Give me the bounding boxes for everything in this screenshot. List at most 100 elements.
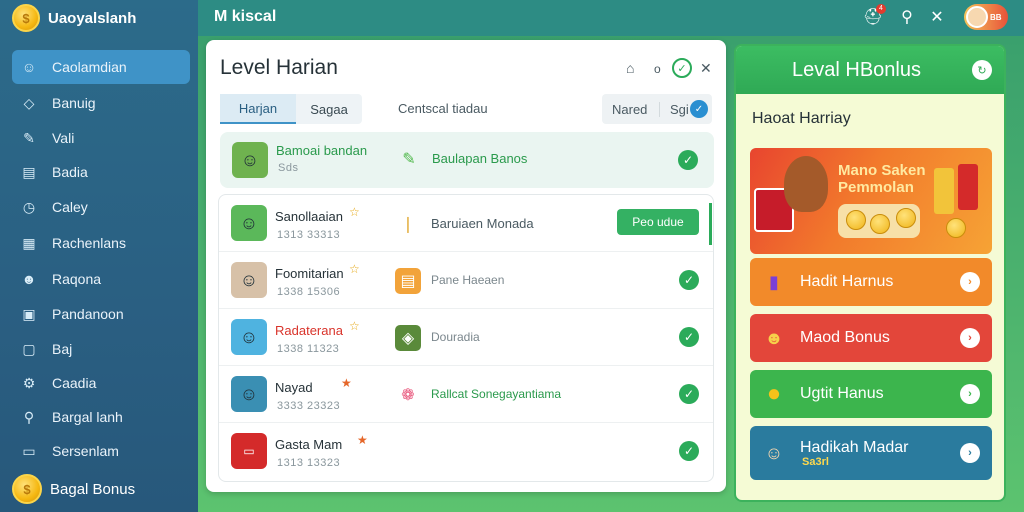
filter-label[interactable]: Centscal tiadau	[398, 101, 488, 116]
row-sub: 1313 33313	[277, 229, 341, 241]
chat-icon: ▭	[22, 442, 36, 459]
row-item: Baruiaen Monada	[431, 216, 534, 231]
row-name: Nayad	[275, 380, 313, 395]
can-icon	[934, 168, 954, 214]
status-select[interactable]: Nared Sgi ✓	[602, 94, 712, 124]
notification-bell-icon[interactable]: ⛑ 4	[862, 4, 886, 28]
row-sub: 1338 15306	[277, 286, 341, 298]
character-avatar-icon: ☺	[232, 142, 268, 178]
badge-icon: ❁	[401, 387, 415, 404]
bonus-card-label: Hadit Harnus	[800, 273, 894, 290]
sidebar-item-bonus[interactable]: $ Bagal Bonus	[12, 472, 190, 506]
sidebar-item-label: Sersenlam	[52, 443, 119, 459]
claim-button[interactable]: Peo udue	[617, 209, 699, 235]
tab-sagaa[interactable]: Sagaa	[296, 94, 362, 124]
tools-icon[interactable]: ✕	[926, 6, 948, 28]
sidebar-item-3[interactable]: ▤ Badia	[12, 155, 190, 189]
search-icon[interactable]: ⚲	[896, 6, 918, 28]
list-item[interactable]: ▭ Gasta Mam ★ 1313 13323 ✓	[219, 423, 713, 480]
bonus-card-1[interactable]: ☻ Maod Bonus ›	[750, 314, 992, 362]
sidebar-item-label: Pandanoon	[52, 306, 124, 322]
row-name: Sanollaaian	[275, 209, 343, 224]
sidebar-item-2[interactable]: ✎ Vali	[12, 121, 190, 155]
sidebar-item-8[interactable]: ▢ Baj	[12, 332, 190, 366]
level-harian-panel: Level Harian ⌂ o ✓ ✕ Harjan Sagaa Centsc…	[206, 40, 726, 492]
sidebar-item-label: Caadia	[52, 375, 97, 391]
chevron-right-icon: ›	[960, 384, 980, 404]
sidebar-item-5[interactable]: ▦ Rachenlans	[12, 226, 190, 260]
sidebar-item-label: Caolamdian	[52, 59, 127, 75]
sidebar-item-11[interactable]: ▭ Sersenlam	[12, 434, 190, 468]
sidebar-item-6[interactable]: ☻ Raqona	[12, 262, 190, 296]
character-avatar-icon: ☺	[231, 319, 267, 355]
check-icon: ✓	[678, 150, 698, 170]
chest-icon: ◈	[395, 325, 421, 351]
sidebar-item-9[interactable]: ⚙ Caadia	[12, 366, 190, 400]
brand[interactable]: $ Uaoyalslanh	[12, 4, 136, 32]
sidebar: $ Uaoyalslanh ☺ Caolamdian ◇ Banuig ✎ Va…	[0, 0, 198, 512]
sidebar-item-4[interactable]: ◷ Caley	[12, 190, 190, 224]
ticket-avatar-icon: ▭	[231, 433, 267, 469]
bonus-card-2[interactable]: ● Ugtit Hanus ›	[750, 370, 992, 418]
refresh-icon[interactable]: ↻	[972, 60, 992, 80]
tag-icon: ◇	[23, 94, 35, 111]
star-icon: ☆	[349, 319, 360, 333]
user-icon: ☺	[21, 59, 37, 75]
brand-name: Uaoyalslanh	[48, 9, 137, 27]
row-sub: Sds	[278, 162, 299, 174]
list-item[interactable]: ☺ Foomitarian ☆ 1338 15306 ▤ Pane Haeaen…	[219, 252, 713, 309]
mascot-icon	[784, 156, 828, 212]
coin-icon	[946, 218, 966, 238]
row-name: Bamoai bandan	[276, 143, 368, 158]
wand-icon: ❘	[401, 216, 415, 233]
row-name: Gasta Mam	[275, 437, 343, 452]
wallet-icon: ▢	[22, 340, 36, 357]
bonus-card-0[interactable]: ▮ Hadit Harnus ›	[750, 258, 992, 306]
character-avatar-icon: ☺	[231, 205, 267, 241]
sidebar-bonus-label: Bagal Bonus	[50, 480, 136, 498]
row-item: Pane Haeaen	[431, 273, 505, 287]
promo-banner[interactable]: Mano Saken Pemmolan	[750, 148, 992, 254]
row-sub: 3333 23323	[277, 400, 341, 412]
check-icon: ✓	[679, 327, 699, 347]
settings-icon: ⚙	[22, 374, 36, 391]
coin-icon: $	[12, 474, 42, 504]
list-item[interactable]: ☺ Nayad ★ 3333 23323 ❁ Rallcat Sonegayan…	[219, 366, 713, 423]
list-item[interactable]: ☺ Sanollaaian ☆ 1313 33313 ❘ Baruiaen Mo…	[219, 195, 713, 252]
confirm-icon[interactable]: ✓	[672, 58, 692, 78]
gift-icon: ▣	[22, 305, 36, 322]
avatar-face	[966, 6, 988, 28]
coin-icon: ●	[766, 380, 782, 407]
sidebar-item-label: Banuig	[52, 95, 96, 111]
character-avatar-icon: ☺	[231, 262, 267, 298]
user-avatar[interactable]: BB	[964, 4, 1008, 30]
sidebar-item-0[interactable]: ☺ Caolamdian	[12, 50, 190, 84]
list-item[interactable]: ☺ Radaterana ☆ 1338 11323 ◈ Douradia ✓	[219, 309, 713, 366]
dot-icon[interactable]: o	[654, 62, 661, 76]
close-icon[interactable]: ✕	[700, 60, 712, 77]
can-icon	[958, 164, 978, 210]
sidebar-item-label: Rachenlans	[52, 235, 126, 251]
avatar-tag: BB	[990, 12, 1002, 22]
tab-harjan[interactable]: Harjan	[220, 94, 296, 124]
coin-icon	[896, 208, 916, 228]
sidebar-item-7[interactable]: ▣ Pandanoon	[12, 297, 190, 331]
sidebar-item-1[interactable]: ◇ Banuig	[12, 86, 190, 120]
sidebar-item-label: Badia	[52, 164, 88, 180]
bonus-header: Leval HBonlus ↻	[736, 46, 1004, 94]
chevron-right-icon: ›	[960, 443, 980, 463]
list-header-row[interactable]: ☺ Bamoai bandan Sds ✎ Baulapan Banos ✓	[220, 132, 714, 188]
star-icon: ☆	[349, 205, 360, 219]
home-icon[interactable]: ⌂	[626, 60, 634, 76]
sidebar-item-10[interactable]: ⚲ Bargal lanh	[12, 400, 190, 434]
pencil-icon: ✎	[402, 151, 416, 168]
character-avatar-icon: ☺	[231, 376, 267, 412]
chevron-right-icon: ›	[960, 328, 980, 348]
bonus-card-sub: Sa3rl	[802, 456, 829, 468]
bars-icon: ▮	[769, 271, 779, 292]
select-option-1: Nared	[602, 101, 660, 117]
star-icon: ★	[357, 433, 368, 447]
sidebar-item-label: Vali	[52, 130, 75, 146]
bonus-panel: Leval HBonlus ↻ Haoat Harriay Mano Saken…	[734, 44, 1006, 502]
bonus-card-3[interactable]: ☺ Hadikah Madar Sa3rl ›	[750, 426, 992, 480]
